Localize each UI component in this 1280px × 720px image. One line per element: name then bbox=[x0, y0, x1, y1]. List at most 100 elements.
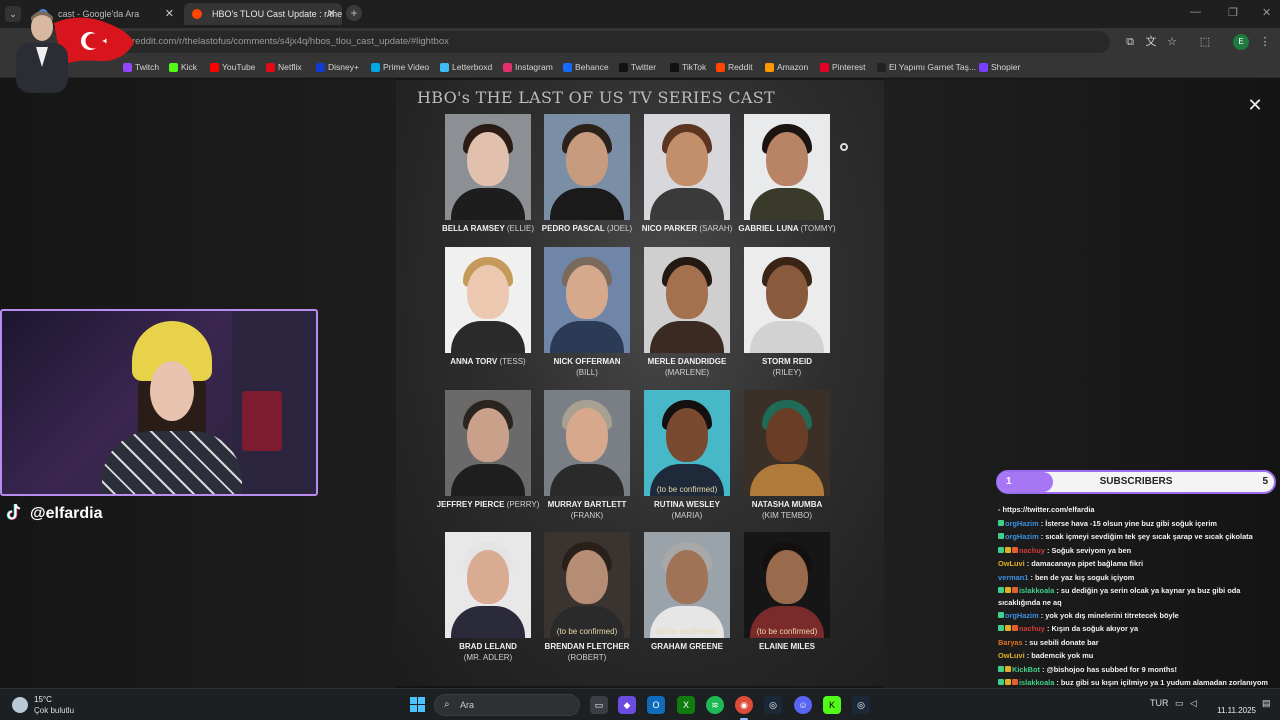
bookmark-item[interactable]: Kick bbox=[169, 60, 197, 74]
actor-name: GRAHAM GREENE bbox=[650, 642, 723, 651]
maximize-icon[interactable]: ❐ bbox=[1228, 6, 1238, 19]
actor-name: NICO PARKER bbox=[641, 224, 698, 233]
tab-close-icon[interactable]: ✕ bbox=[165, 3, 174, 25]
bookmark-favicon-icon bbox=[716, 63, 725, 72]
task-view-icon[interactable]: ▭ bbox=[590, 696, 608, 714]
bookmark-item[interactable]: Netflix bbox=[266, 60, 302, 74]
language-indicator[interactable]: TUR bbox=[1150, 698, 1169, 708]
chat-username: nachuy bbox=[1019, 624, 1045, 634]
chat-message: nachuy : Soğuk seviyom ya ben bbox=[998, 544, 1280, 558]
bookmark-item[interactable]: TikTok bbox=[670, 60, 706, 74]
chat-username: verman1 bbox=[998, 572, 1029, 582]
bookmark-label: TikTok bbox=[682, 62, 707, 72]
outlook-icon[interactable]: O bbox=[647, 696, 665, 714]
streamer bbox=[92, 321, 242, 494]
bookmark-item[interactable]: Disney+ bbox=[316, 60, 359, 74]
bookmark-label: Twitch bbox=[135, 62, 160, 72]
to-be-confirmed-label: (to be confirmed) bbox=[756, 627, 818, 636]
weather-description: Çok bulutlu bbox=[34, 706, 75, 715]
chat-badge-icon bbox=[998, 611, 1004, 618]
translate-icon[interactable]: 文 bbox=[1143, 34, 1159, 50]
chat-username: orgHazim bbox=[1005, 518, 1039, 528]
actor-name: ANNA TORV bbox=[450, 357, 498, 366]
volume-icon[interactable]: ◁ bbox=[1190, 698, 1197, 709]
spotify-icon[interactable]: ≋ bbox=[706, 696, 724, 714]
notification-icon[interactable]: ▤ bbox=[1262, 698, 1271, 709]
chat-badge-icon bbox=[1005, 665, 1011, 672]
window-close-icon[interactable]: ✕ bbox=[1262, 6, 1271, 19]
chat-username: orgHazim bbox=[1005, 610, 1039, 620]
bookmark-label: Shopier bbox=[991, 62, 1021, 72]
steam-client-icon[interactable]: ◎ bbox=[852, 696, 870, 714]
bookmark-label: YouTube bbox=[222, 62, 256, 72]
tab-reddit[interactable]: HBO's TLOU Cast Update : r/thelastofus ✕ bbox=[184, 3, 342, 25]
bookmark-favicon-icon bbox=[670, 63, 679, 72]
lightbox-close-icon[interactable]: ✕ bbox=[1244, 94, 1266, 116]
bookmark-item[interactable]: El Yapımı Garnet Taş... bbox=[877, 60, 976, 74]
chat-text: : Soğuk seviyom ya ben bbox=[1046, 545, 1132, 555]
chat-message: Baryas : su sebili donate bar bbox=[998, 636, 1280, 650]
chat-text: : Kışın da soğuk akıyor ya bbox=[1046, 624, 1139, 634]
bookmark-favicon-icon bbox=[765, 63, 774, 72]
actor-name: ELAINE MILES bbox=[758, 642, 815, 651]
menu-icon[interactable]: ⋮ bbox=[1257, 34, 1273, 50]
new-tab-button[interactable]: + bbox=[346, 5, 362, 21]
chat-message: orgHazim : İsterse hava -15 olsun yine b… bbox=[998, 517, 1280, 531]
chrome-icon[interactable]: ◉ bbox=[735, 696, 753, 720]
chat-badge-icon bbox=[998, 586, 1004, 593]
webcam-pc-lights bbox=[242, 391, 282, 451]
bookmark-item[interactable]: Pinterest bbox=[820, 60, 866, 74]
bookmark-item[interactable]: Shopier bbox=[979, 60, 1020, 74]
minimize-icon[interactable]: — bbox=[1190, 6, 1201, 18]
bookmark-item[interactable]: Instagram bbox=[503, 60, 553, 74]
bookmark-item[interactable]: Letterboxd bbox=[440, 60, 492, 74]
actor-name: STORM REID bbox=[761, 357, 813, 366]
copilot-icon[interactable]: ◆ bbox=[618, 696, 636, 714]
flag-portrait-overlay bbox=[16, 11, 134, 93]
bookmark-item[interactable]: Twitter bbox=[619, 60, 656, 74]
mouse-cursor bbox=[840, 143, 848, 151]
chat-badge-icon bbox=[1012, 678, 1018, 685]
bookmark-item[interactable]: Behance bbox=[563, 60, 609, 74]
bookmark-label: Reddit bbox=[728, 62, 753, 72]
cast-name: NATASHA MUMBA bbox=[725, 500, 849, 509]
install-app-icon[interactable]: ⧉ bbox=[1122, 34, 1138, 50]
taskbar-clock[interactable]: 11.11.2025 bbox=[1200, 693, 1256, 715]
chat-badge-icon bbox=[1012, 586, 1018, 593]
chat-text: : su sebili donate bar bbox=[1024, 637, 1099, 647]
bookmark-label: Instagram bbox=[515, 62, 553, 72]
cast-photo: (to be confirmed) bbox=[744, 532, 830, 638]
bookmark-label: Disney+ bbox=[328, 62, 359, 72]
chat-badge-icon bbox=[998, 519, 1004, 526]
bookmark-item[interactable]: Amazon bbox=[765, 60, 808, 74]
actor-name: PEDRO PASCAL bbox=[541, 224, 605, 233]
address-bar[interactable]: reddit.com/r/thelastofus/comments/s4jx4q… bbox=[120, 31, 1110, 53]
bookmark-favicon-icon bbox=[440, 63, 449, 72]
subscriber-count: 1 bbox=[1006, 476, 1012, 487]
chat-message: orgHazim : yok yok dış minelerini titret… bbox=[998, 609, 1280, 623]
profile-avatar[interactable]: E bbox=[1233, 34, 1249, 50]
chat-username: islakkoala bbox=[1019, 585, 1055, 595]
bookmark-label: Behance bbox=[575, 62, 609, 72]
discord-icon[interactable]: ☺ bbox=[794, 696, 812, 714]
windows-start-icon[interactable] bbox=[410, 697, 426, 713]
chat-username: nachuy bbox=[1019, 545, 1045, 555]
extensions-icon[interactable]: ⬚ bbox=[1197, 34, 1213, 50]
bookmark-item[interactable]: YouTube bbox=[210, 60, 255, 74]
actor-name: MURRAY BARTLETT bbox=[547, 500, 627, 509]
bookmark-item[interactable]: Prime Video bbox=[371, 60, 429, 74]
network-icon[interactable]: ▭ bbox=[1175, 698, 1184, 709]
cast-photo bbox=[445, 114, 531, 220]
chat-badge-icon bbox=[998, 665, 1004, 672]
bookmark-star-icon[interactable]: ☆ bbox=[1164, 34, 1180, 50]
chat-badge-icon bbox=[1012, 546, 1018, 553]
bookmark-item[interactable]: Reddit bbox=[716, 60, 753, 74]
chat-badge-icon bbox=[998, 533, 1004, 540]
taskbar-date: 11.11.2025 bbox=[1217, 706, 1256, 715]
kick-icon[interactable]: K bbox=[823, 696, 841, 714]
xbox-icon[interactable]: X bbox=[677, 696, 695, 714]
steam-icon[interactable]: ◎ bbox=[764, 696, 782, 714]
tab-close-icon[interactable]: ✕ bbox=[327, 3, 336, 25]
actor-name: MERLE DANDRIDGE bbox=[647, 357, 727, 366]
taskbar-search-input[interactable]: ⌕ Ara bbox=[434, 694, 580, 716]
